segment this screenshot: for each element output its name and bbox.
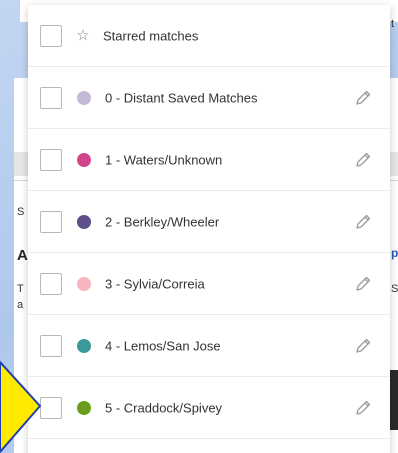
background-text-t: T xyxy=(17,283,24,295)
group-label: 2 - Berkley/Wheeler xyxy=(105,214,220,229)
arrow-pointer-icon xyxy=(0,361,41,453)
group-color-dot xyxy=(77,90,91,105)
group-item[interactable]: 2 - Berkley/Wheeler xyxy=(28,191,390,253)
background-text-t-right: t xyxy=(391,18,395,30)
group-color-dot xyxy=(77,214,91,229)
group-color-dot xyxy=(77,338,91,353)
group-item[interactable]: 0 - Distant Saved Matches xyxy=(28,67,390,129)
background-dark-block xyxy=(390,370,398,430)
pencil-icon[interactable] xyxy=(354,89,372,107)
group-item[interactable]: 3 - Sylvia/Correia xyxy=(28,253,390,315)
background-link[interactable]: p xyxy=(391,246,398,260)
group-color-dot xyxy=(77,276,91,291)
star-icon: ☆ xyxy=(76,26,90,44)
pencil-icon[interactable] xyxy=(354,151,372,169)
group-label: 1 - Waters/Unknown xyxy=(105,152,223,167)
pencil-icon[interactable] xyxy=(354,337,372,355)
group-checkbox[interactable] xyxy=(40,148,62,171)
group-checkbox[interactable] xyxy=(40,86,62,109)
group-label: 5 - Craddock/Spivey xyxy=(105,400,223,415)
group-item[interactable]: 4 - Lemos/San Jose xyxy=(28,315,390,377)
pencil-icon[interactable] xyxy=(354,275,372,293)
group-checkbox[interactable] xyxy=(40,210,62,233)
group-label: 4 - Lemos/San Jose xyxy=(105,338,221,353)
background-text-a: a xyxy=(17,299,24,311)
background-text-s-right: S xyxy=(391,283,398,295)
group-checkbox[interactable] xyxy=(40,272,62,295)
tag-group-dropdown: ☆ Starred matches 0 - Distant Saved Matc… xyxy=(28,5,390,453)
group-label: 3 - Sylvia/Correia xyxy=(105,276,205,291)
group-color-dot xyxy=(77,152,91,167)
starred-matches-item[interactable]: ☆ Starred matches xyxy=(28,5,390,67)
background-heading: A xyxy=(17,247,28,264)
background-text-s: S xyxy=(17,206,25,218)
group-item[interactable]: 1 - Waters/Unknown xyxy=(28,129,390,191)
group-color-dot xyxy=(77,400,91,415)
pencil-icon[interactable] xyxy=(354,213,372,231)
pencil-icon[interactable] xyxy=(354,399,372,417)
group-label: 0 - Distant Saved Matches xyxy=(105,90,258,105)
group-item[interactable]: 5 - Craddock/Spivey xyxy=(28,377,390,439)
starred-checkbox[interactable] xyxy=(40,24,62,47)
group-checkbox[interactable] xyxy=(40,334,62,357)
starred-matches-label: Starred matches xyxy=(103,28,199,43)
